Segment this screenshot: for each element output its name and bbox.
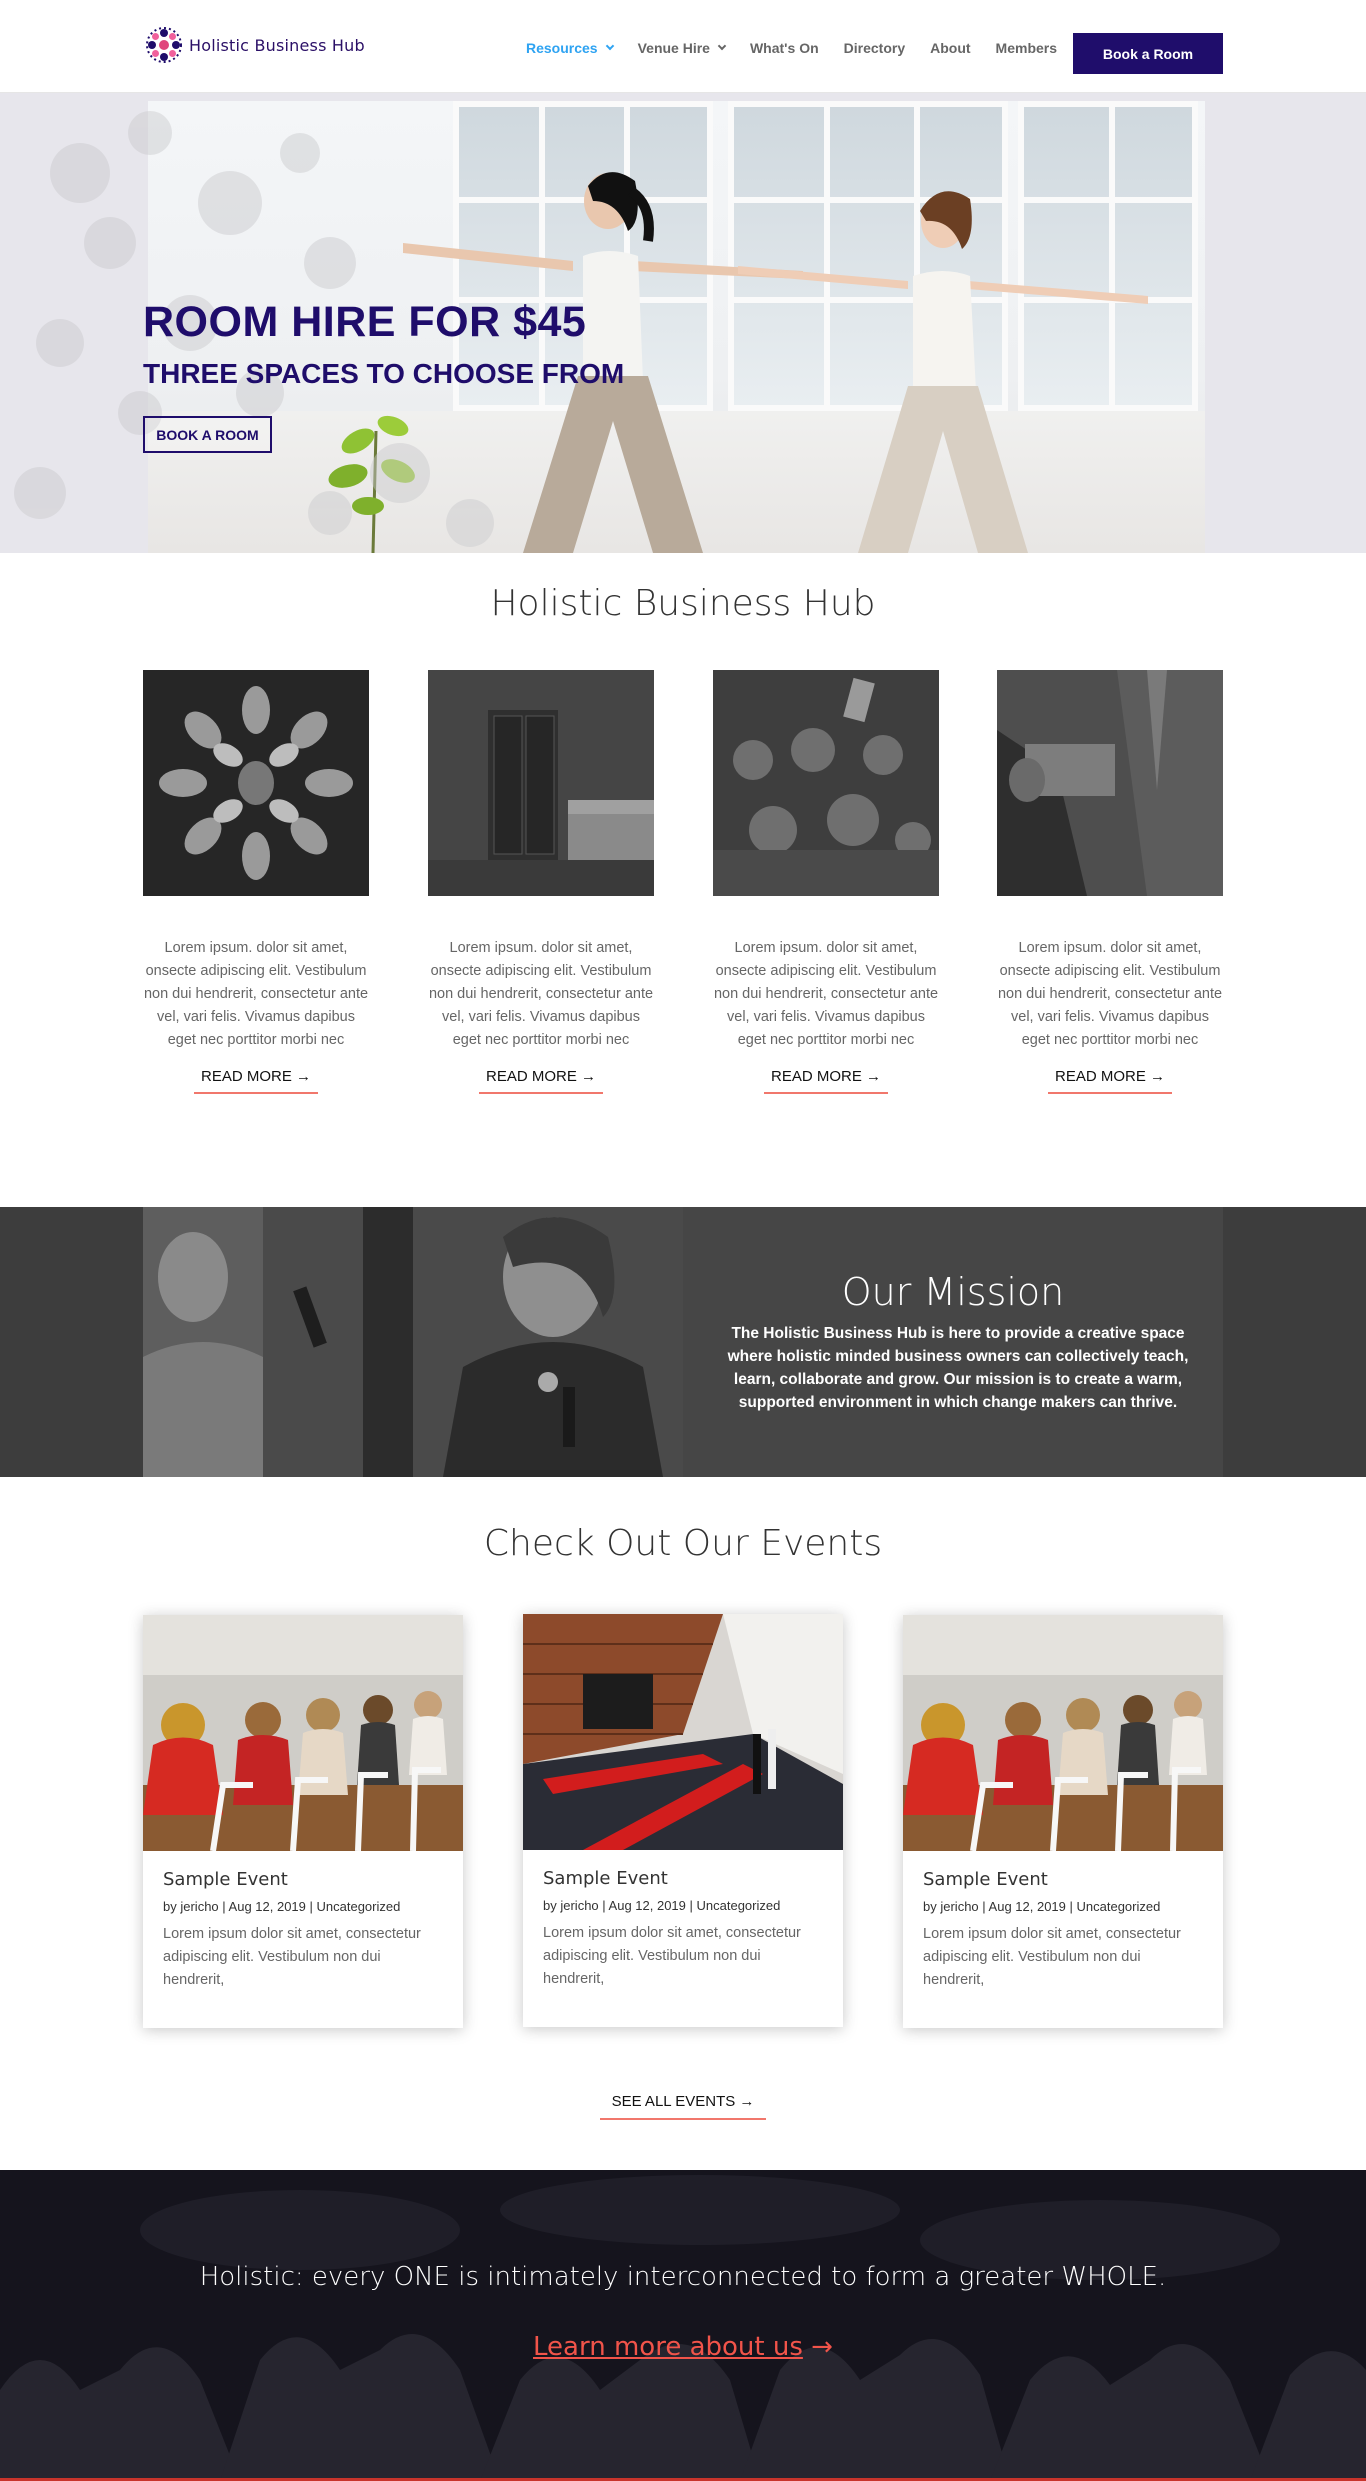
raised-hands-background — [0, 2175, 1366, 2481]
nav-item-resources[interactable]: Resources — [526, 40, 614, 56]
chevron-down-icon — [717, 41, 727, 51]
logo-mandala-icon — [143, 24, 185, 66]
event-body: Sample Event by jericho | Aug 12, 2019 |… — [903, 1851, 1223, 2010]
audience-photos-image — [713, 670, 939, 896]
arrow-right-icon: → — [581, 1068, 596, 1085]
feature-card: Lorem ipsum. dolor sit amet, onsecte adi… — [428, 670, 654, 1094]
event-workshop-image — [143, 1615, 463, 1851]
nav-item-directory[interactable]: Directory — [844, 40, 905, 56]
band-quote: Holistic: every ONE is intimately interc… — [199, 2262, 1167, 2292]
learn-more-about-us-link[interactable]: Learn more about us → — [0, 2332, 1366, 2362]
event-excerpt: Lorem ipsum dolor sit amet, consectetur … — [543, 1925, 801, 1987]
mission-section: Our Mission The Holistic Business Hub is… — [0, 1207, 1366, 1477]
nav-item-venue-hire[interactable]: Venue Hire — [637, 40, 727, 56]
mission-speaker-image — [143, 1207, 683, 1477]
hero-book-room-button[interactable]: BOOK A ROOM — [143, 416, 272, 453]
hands-circle-image — [143, 670, 369, 896]
feature-card: Lorem ipsum. dolor sit amet, onsecte adi… — [997, 670, 1223, 1094]
see-all-label: SEE ALL EVENTS — [611, 2093, 736, 2110]
chevron-down-icon — [605, 41, 614, 51]
venue-room-image — [428, 670, 654, 896]
event-date: Aug 12, 2019 — [988, 1899, 1066, 1914]
event-meta-prefix: by — [923, 1899, 937, 1914]
read-more-link[interactable]: READ MORE → — [194, 1068, 318, 1094]
feature-card: Lorem ipsum. dolor sit amet, onsecte adi… — [143, 670, 369, 1094]
event-excerpt: Lorem ipsum dolor sit amet, consectetur … — [923, 1926, 1181, 1988]
event-card[interactable]: Sample Event by jericho | Aug 12, 2019 |… — [143, 1615, 463, 2028]
nav-label: What's On — [749, 40, 819, 56]
hero-title: ROOM HIRE FOR $45 — [143, 298, 587, 346]
site-header: Holistic Business Hub Resources Venue Hi… — [0, 0, 1366, 93]
book-a-room-button[interactable]: Book a Room — [1073, 33, 1223, 74]
about-band: Holistic: every ONE is intimately interc… — [0, 2170, 1366, 2481]
event-author-link[interactable]: jericho — [940, 1899, 978, 1914]
event-card[interactable]: Sample Event by jericho | Aug 12, 2019 |… — [523, 1614, 843, 2027]
arrow-right-icon: → — [296, 1068, 311, 1085]
event-category-link[interactable]: Uncategorized — [1077, 1899, 1161, 1914]
mission-title: Our Mission — [841, 1270, 1065, 1314]
site-logo[interactable]: Holistic Business Hub — [143, 24, 365, 66]
feature-description: Lorem ipsum. dolor sit amet, onsecte adi… — [713, 940, 939, 1048]
yoga-woman-back — [738, 191, 1148, 553]
event-title[interactable]: Sample Event — [923, 1869, 1203, 1890]
event-workshop-image — [903, 1615, 1223, 1851]
nav-label: Members — [995, 40, 1058, 56]
read-more-label: READ MORE — [200, 1068, 292, 1085]
nav-label: Venue Hire — [637, 40, 710, 56]
feature-description: Lorem ipsum. dolor sit amet, onsecte adi… — [428, 940, 654, 1048]
event-meta-prefix: by — [163, 1899, 177, 1914]
event-author-link[interactable]: jericho — [180, 1899, 218, 1914]
feature-description: Lorem ipsum. dolor sit amet, onsecte adi… — [143, 940, 369, 1048]
brand-name: Holistic Business Hub — [189, 35, 365, 55]
learn-more-label: Learn more about us — [533, 2332, 803, 2362]
events-section-title: Check Out Our Events — [483, 1523, 883, 1564]
arrow-right-icon: → — [811, 2332, 833, 2362]
event-meta-prefix: by — [543, 1898, 557, 1913]
read-more-link[interactable]: READ MORE → — [1048, 1068, 1172, 1094]
nav-label: About — [930, 40, 971, 56]
read-more-label: READ MORE — [1054, 1068, 1146, 1085]
nav-item-whats-on[interactable]: What's On — [750, 40, 819, 56]
read-more-label: READ MORE — [770, 1068, 862, 1085]
intro-section-title: Holistic Business Hub — [490, 583, 876, 624]
hero-banner: ROOM HIRE FOR $45 THREE SPACES TO CHOOSE… — [0, 93, 1366, 553]
business-card-image — [997, 670, 1223, 896]
feature-description: Lorem ipsum. dolor sit amet, onsecte adi… — [997, 940, 1223, 1048]
nav-item-about[interactable]: About — [930, 40, 970, 56]
event-meta: by jericho | Aug 12, 2019 | Uncategorize… — [923, 1899, 1161, 1914]
nav-item-members[interactable]: Members — [996, 40, 1057, 56]
arrow-right-icon: → — [739, 2093, 755, 2110]
read-more-link[interactable]: READ MORE → — [479, 1068, 603, 1094]
nav-label: Resources — [526, 40, 598, 56]
event-title[interactable]: Sample Event — [163, 1869, 443, 1890]
event-category-link[interactable]: Uncategorized — [697, 1898, 781, 1913]
read-more-label: READ MORE — [485, 1068, 577, 1085]
event-body: Sample Event by jericho | Aug 12, 2019 |… — [523, 1850, 843, 2009]
event-date: Aug 12, 2019 — [228, 1899, 306, 1914]
event-meta: by jericho | Aug 12, 2019 | Uncategorize… — [543, 1898, 781, 1913]
event-title[interactable]: Sample Event — [543, 1868, 823, 1889]
event-body: Sample Event by jericho | Aug 12, 2019 |… — [143, 1851, 463, 2010]
event-author-link[interactable]: jericho — [560, 1898, 598, 1913]
event-card[interactable]: Sample Event by jericho | Aug 12, 2019 |… — [903, 1615, 1223, 2028]
nav-label: Directory — [843, 40, 906, 56]
read-more-link[interactable]: READ MORE → — [764, 1068, 888, 1094]
main-nav: Resources Venue Hire What's On Directory… — [526, 40, 1082, 56]
arrow-right-icon: → — [1150, 1068, 1165, 1085]
hero-subtitle: THREE SPACES TO CHOOSE FROM — [143, 358, 625, 389]
event-venue-image — [523, 1614, 843, 1850]
event-date: Aug 12, 2019 — [608, 1898, 686, 1913]
arrow-right-icon: → — [866, 1068, 881, 1085]
event-excerpt: Lorem ipsum dolor sit amet, consectetur … — [163, 1926, 421, 1988]
mission-description: The Holistic Business Hub is here to pro… — [727, 1325, 1189, 1411]
event-meta: by jericho | Aug 12, 2019 | Uncategorize… — [163, 1899, 401, 1914]
see-all-events-link[interactable]: SEE ALL EVENTS → — [600, 2093, 766, 2120]
event-category-link[interactable]: Uncategorized — [317, 1899, 401, 1914]
feature-card: Lorem ipsum. dolor sit amet, onsecte adi… — [713, 670, 939, 1094]
